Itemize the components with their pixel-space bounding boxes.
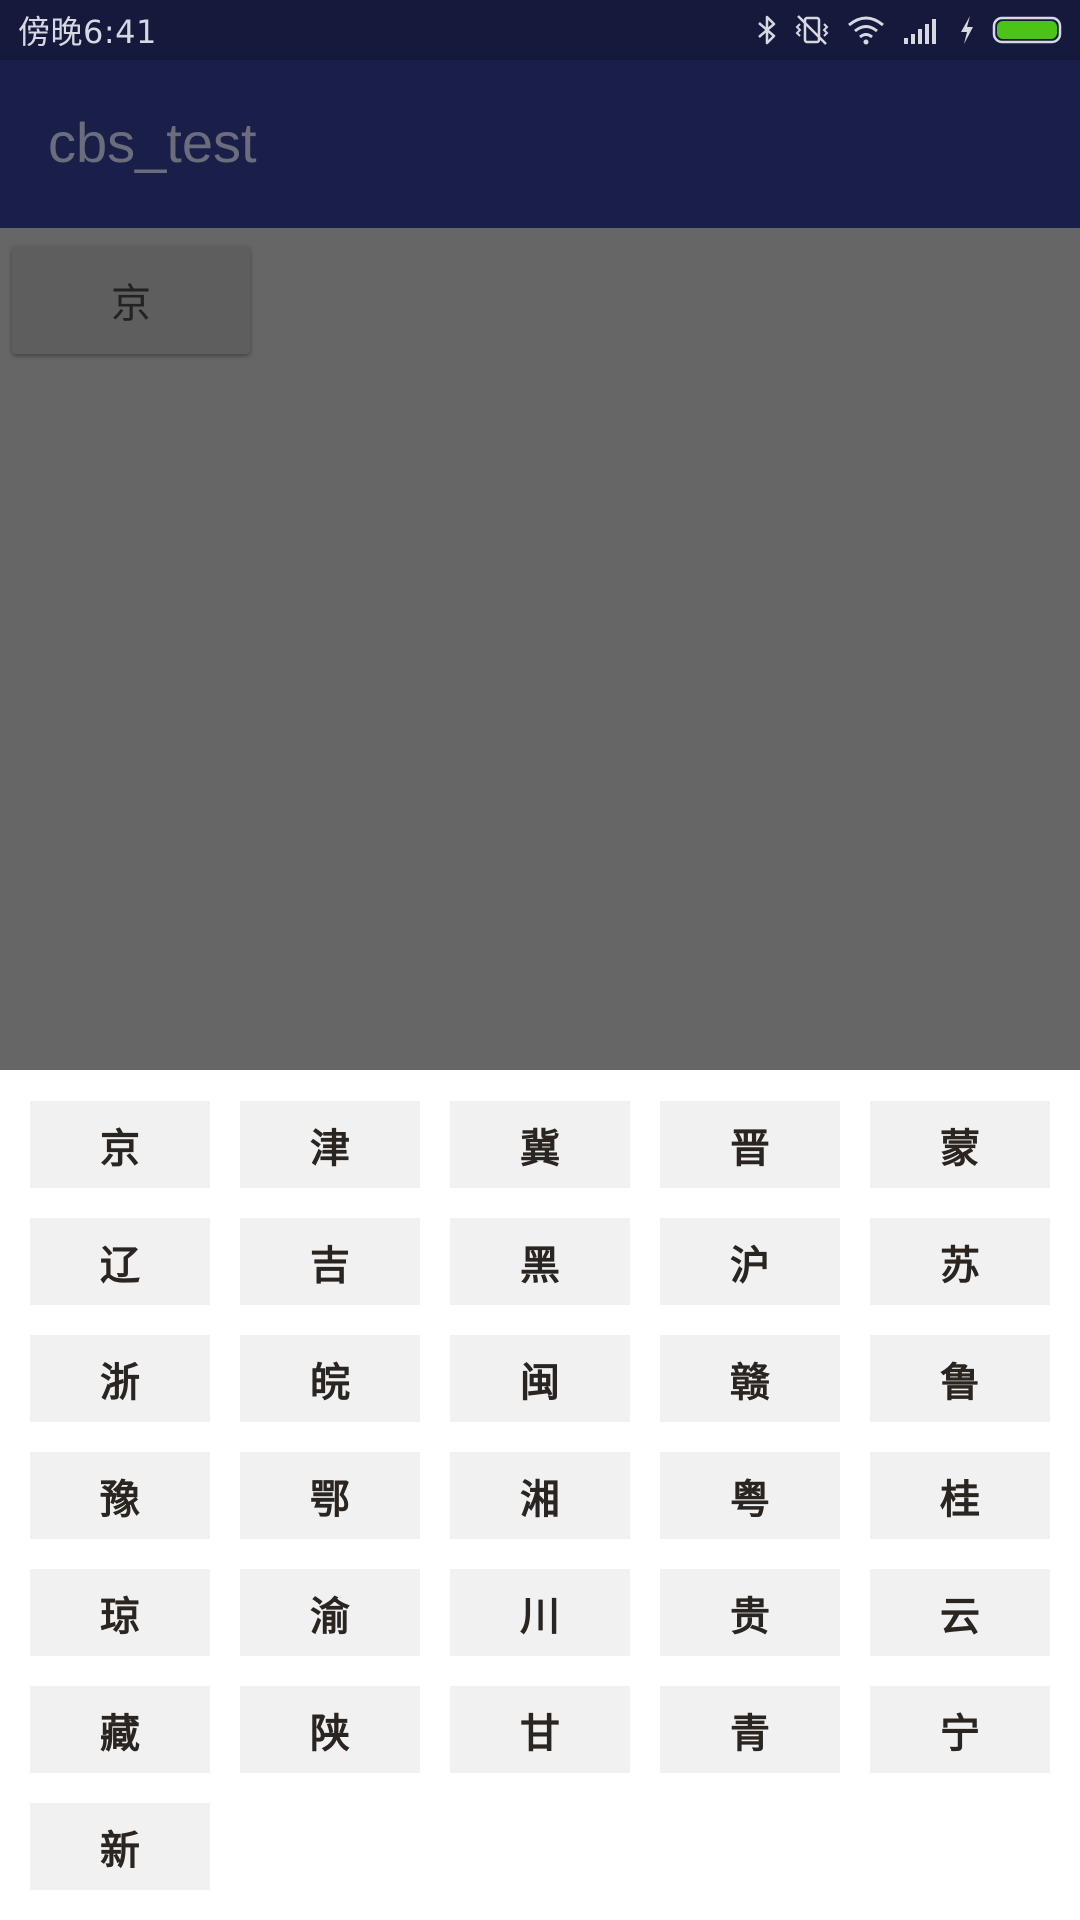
app-bar: cbs_test [0,60,1080,228]
status-time: 傍晚6:41 [18,13,157,51]
province-key[interactable]: 宁 [870,1686,1050,1773]
signal-icon [902,14,942,46]
province-key[interactable]: 云 [870,1569,1050,1656]
province-keyboard-panel: 京津冀晋蒙辽吉黑沪苏浙皖闽赣鲁豫鄂湘粤桂琼渝川贵云藏陕甘青宁新 [0,1070,1080,1920]
bluetooth-icon [756,14,778,46]
province-key[interactable]: 桂 [870,1452,1050,1539]
dimmed-content-area[interactable]: 京 [0,228,1080,1070]
province-key[interactable]: 沪 [660,1218,840,1305]
province-key[interactable]: 皖 [240,1335,420,1422]
province-key[interactable]: 津 [240,1101,420,1188]
province-key[interactable]: 新 [30,1803,210,1890]
battery-icon [992,14,1064,46]
province-key[interactable]: 豫 [30,1452,210,1539]
province-key[interactable]: 蒙 [870,1101,1050,1188]
province-key[interactable]: 辽 [30,1218,210,1305]
province-key[interactable]: 吉 [240,1218,420,1305]
province-key[interactable]: 贵 [660,1569,840,1656]
province-key[interactable]: 陕 [240,1686,420,1773]
charging-icon [958,14,976,46]
province-key[interactable]: 藏 [30,1686,210,1773]
province-key[interactable]: 鲁 [870,1335,1050,1422]
province-key[interactable]: 苏 [870,1218,1050,1305]
province-key-grid: 京津冀晋蒙辽吉黑沪苏浙皖闽赣鲁豫鄂湘粤桂琼渝川贵云藏陕甘青宁新 [30,1101,1050,1890]
province-key[interactable]: 闽 [450,1335,630,1422]
province-key[interactable]: 晋 [660,1101,840,1188]
province-key[interactable]: 渝 [240,1569,420,1656]
status-bar: 傍晚6:41 [0,0,1080,60]
wifi-icon [846,14,886,46]
province-select-button[interactable]: 京 [12,246,250,354]
province-key[interactable]: 京 [30,1101,210,1188]
province-key[interactable]: 青 [660,1686,840,1773]
app-title: cbs_test [48,111,257,174]
province-key[interactable]: 浙 [30,1335,210,1422]
province-key[interactable]: 湘 [450,1452,630,1539]
status-icons [756,14,1064,46]
province-key[interactable]: 甘 [450,1686,630,1773]
province-key[interactable]: 冀 [450,1101,630,1188]
vibrate-icon [794,14,830,46]
province-key[interactable]: 粤 [660,1452,840,1539]
province-key[interactable]: 琼 [30,1569,210,1656]
province-key[interactable]: 赣 [660,1335,840,1422]
province-key[interactable]: 黑 [450,1218,630,1305]
province-key[interactable]: 鄂 [240,1452,420,1539]
province-key[interactable]: 川 [450,1569,630,1656]
